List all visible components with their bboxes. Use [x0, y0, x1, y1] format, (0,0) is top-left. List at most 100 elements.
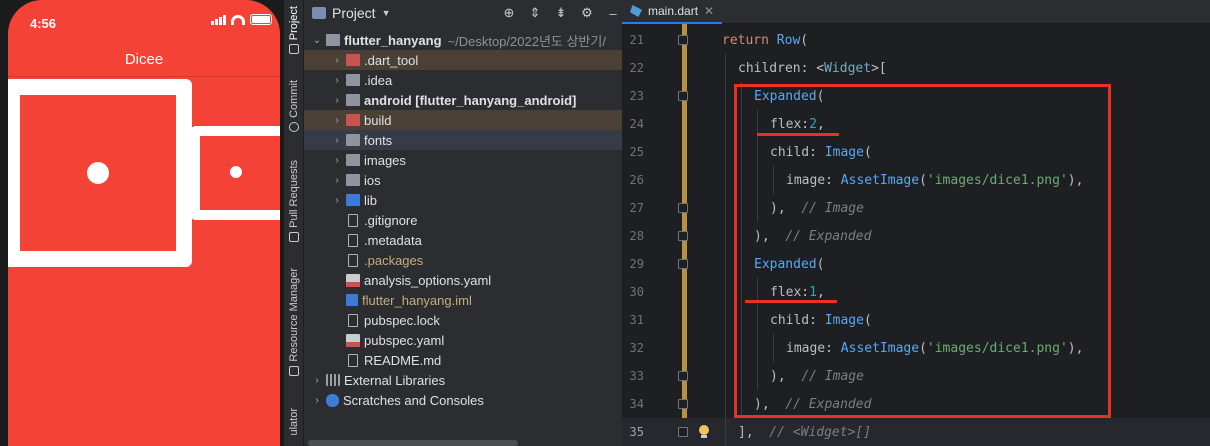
- chevron-right-icon[interactable]: ›: [330, 175, 344, 186]
- chevron-right-icon[interactable]: ›: [330, 135, 344, 146]
- app-bar-divider: [8, 76, 280, 77]
- tool-tab-resource-manager[interactable]: Resource Manager: [284, 268, 304, 376]
- wifi-icon: [231, 14, 245, 25]
- editor-tab-bar: main.dart ✕: [622, 0, 1210, 24]
- tree-item[interactable]: › fonts: [304, 130, 622, 150]
- fold-marker-icon[interactable]: [678, 203, 688, 213]
- fold-marker-icon[interactable]: [678, 91, 688, 101]
- gear-icon[interactable]: ⚙: [580, 5, 594, 21]
- tool-tab-emulator[interactable]: ulator: [284, 408, 304, 436]
- code-line[interactable]: 35], // <Widget>[]: [622, 418, 1210, 446]
- tree-item[interactable]: pubspec.lock: [304, 310, 622, 330]
- collapse-all-icon[interactable]: ⇟: [554, 5, 568, 21]
- indent-guide: [725, 138, 726, 166]
- code-line[interactable]: 21 return Row(: [622, 26, 1210, 54]
- library-icon: [326, 374, 340, 386]
- folder-icon: [346, 174, 360, 186]
- tree-item[interactable]: pubspec.yaml: [304, 330, 622, 350]
- fold-marker-icon[interactable]: [678, 231, 688, 241]
- fold-marker-icon[interactable]: [678, 259, 688, 269]
- file-icon: [348, 353, 358, 367]
- chevron-right-icon[interactable]: ›: [310, 375, 324, 386]
- dice-pip: [87, 162, 109, 184]
- tree-item[interactable]: › build: [304, 110, 622, 130]
- indent-guide: [725, 250, 726, 278]
- phone-simulator: 4:56 Dicee: [0, 0, 284, 446]
- line-number: 29: [629, 257, 644, 271]
- chevron-right-icon[interactable]: ›: [330, 55, 344, 66]
- dart-file-icon: [630, 5, 642, 17]
- indent-guide: [725, 194, 726, 222]
- tree-item[interactable]: › android [flutter_hanyang_android]: [304, 90, 622, 110]
- lightbulb-icon[interactable]: [698, 425, 710, 439]
- chevron-down-icon[interactable]: ⌄: [310, 35, 324, 46]
- select-opened-file-icon[interactable]: ⊕: [502, 5, 516, 21]
- tool-tab-commit[interactable]: Commit: [284, 80, 304, 132]
- tool-tab-label: Pull Requests: [288, 160, 300, 228]
- pull-request-icon: [289, 231, 299, 242]
- chevron-right-icon[interactable]: ›: [330, 115, 344, 126]
- line-number: 21: [629, 33, 644, 47]
- tree-item-label: Scratches and Consoles: [343, 392, 484, 408]
- indent-guide: [725, 362, 726, 390]
- tree-item[interactable]: flutter_hanyang.iml: [304, 290, 622, 310]
- chevron-right-icon[interactable]: ›: [330, 95, 344, 106]
- indent-guide: [725, 334, 726, 362]
- project-panel-header[interactable]: Project ▼ ⊕ ⇕ ⇟ ⚙ –: [304, 0, 622, 26]
- line-number: 32: [629, 341, 644, 355]
- cellular-signal-icon: [211, 14, 226, 25]
- tree-item[interactable]: ⌄ flutter_hanyang ~/Desktop/2022년도 상반기/: [304, 30, 622, 50]
- annotation-underline-flex-1: [745, 300, 837, 303]
- tab-main-dart[interactable]: main.dart ✕: [622, 0, 723, 24]
- tree-item[interactable]: .packages: [304, 250, 622, 270]
- tree-item[interactable]: › .dart_tool: [304, 50, 622, 70]
- project-panel-title: Project: [332, 5, 376, 21]
- tree-item[interactable]: README.md: [304, 350, 622, 370]
- status-icons: [211, 14, 272, 25]
- close-icon[interactable]: ✕: [704, 4, 714, 18]
- tool-tab-pull-requests[interactable]: Pull Requests: [284, 160, 304, 242]
- line-number: 35: [629, 425, 644, 439]
- tree-item[interactable]: › lib: [304, 190, 622, 210]
- code-token: ],: [738, 424, 754, 440]
- fold-marker-icon[interactable]: [678, 427, 688, 437]
- tree-item[interactable]: › Scratches and Consoles: [304, 390, 622, 410]
- horizontal-scrollbar[interactable]: [308, 440, 518, 446]
- tree-item-label: pubspec.yaml: [364, 332, 445, 348]
- hide-icon[interactable]: –: [606, 6, 620, 21]
- line-number: 24: [629, 117, 644, 131]
- code-text: children: <Widget>[: [738, 61, 887, 76]
- project-view-icon: [312, 7, 326, 19]
- indent-guide: [725, 82, 726, 110]
- indent-guide: [725, 222, 726, 250]
- tree-item[interactable]: › ios: [304, 170, 622, 190]
- tree-item-label: build: [364, 112, 392, 128]
- dice-pip: [230, 166, 242, 178]
- chevron-right-icon[interactable]: ›: [310, 395, 324, 406]
- chevron-down-icon[interactable]: ▼: [382, 8, 391, 18]
- fold-marker-icon[interactable]: [678, 35, 688, 45]
- vertical-scrollbar[interactable]: [1202, 24, 1210, 446]
- tree-item[interactable]: › .idea: [304, 70, 622, 90]
- code-token: // <Widget>[]: [753, 424, 872, 440]
- line-number: 26: [629, 173, 644, 187]
- tool-tab-label: ulator: [288, 408, 300, 436]
- chevron-right-icon[interactable]: ›: [330, 155, 344, 166]
- fold-marker-icon[interactable]: [678, 399, 688, 409]
- tree-item[interactable]: › External Libraries: [304, 370, 622, 390]
- tree-item-label: fonts: [364, 132, 393, 148]
- fold-marker-icon[interactable]: [678, 371, 688, 381]
- chevron-right-icon[interactable]: ›: [330, 75, 344, 86]
- line-number: 22: [629, 61, 644, 75]
- tool-tab-project[interactable]: Project: [284, 6, 304, 55]
- tree-item[interactable]: › images: [304, 150, 622, 170]
- expand-all-icon[interactable]: ⇕: [528, 5, 542, 21]
- code-line[interactable]: 22 children: <Widget>[: [622, 54, 1210, 82]
- app-bar-title: Dicee: [124, 51, 164, 68]
- chevron-right-icon[interactable]: ›: [330, 195, 344, 206]
- tree-item[interactable]: .metadata: [304, 230, 622, 250]
- tree-item[interactable]: .gitignore: [304, 210, 622, 230]
- tree-item[interactable]: analysis_options.yaml: [304, 270, 622, 290]
- code-text: return Row(: [722, 33, 808, 48]
- tree-item-label: .gitignore: [364, 212, 418, 228]
